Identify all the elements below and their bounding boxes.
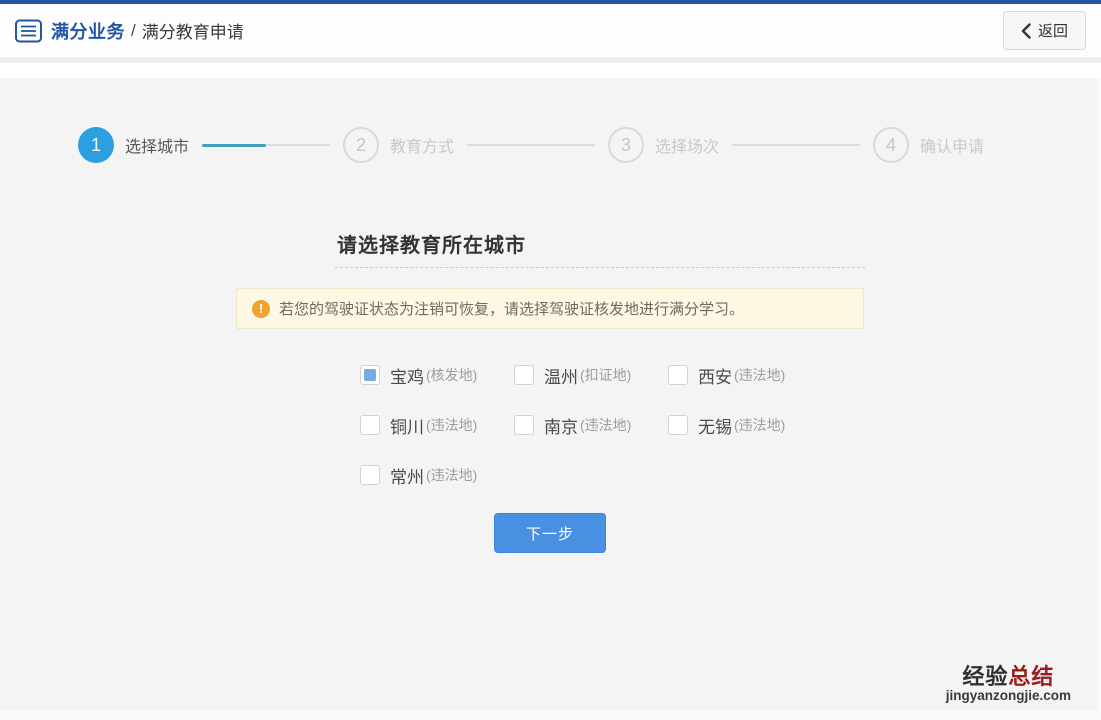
city-option-wuxi[interactable]: 无锡 (违法地) (668, 400, 822, 450)
city-option-nanjing[interactable]: 南京 (违法地) (514, 400, 668, 450)
connector-progress (202, 144, 266, 147)
city-tag: (违法地) (426, 465, 477, 485)
checkbox-xian[interactable] (668, 365, 688, 385)
city-option-list: 宝鸡 (核发地) 温州 (扣证地) 西安 (违法地) 铜川 (违法地) 南京 (… (360, 350, 840, 500)
city-tag: (违法地) (426, 415, 477, 435)
city-name: 无锡 (698, 413, 732, 438)
next-step-button[interactable]: 下一步 (494, 513, 606, 553)
step-3-circle: 3 (608, 127, 644, 163)
back-button[interactable]: 返回 (1003, 11, 1086, 50)
checkbox-wuxi[interactable] (668, 415, 688, 435)
checkbox-wenzhou[interactable] (514, 365, 534, 385)
step-1-label: 选择城市 (125, 133, 189, 157)
city-tag: (违法地) (734, 415, 785, 435)
city-option-xian[interactable]: 西安 (违法地) (668, 350, 822, 400)
checkbox-nanjing[interactable] (514, 415, 534, 435)
city-name: 西安 (698, 363, 732, 388)
step-2-circle: 2 (343, 127, 379, 163)
page-header: 满分业务 / 满分教育申请 返回 (0, 4, 1101, 57)
step-4-confirm: 4 确认申请 (873, 127, 984, 163)
module-title[interactable]: 满分业务 (51, 18, 125, 44)
checkbox-tongchuan[interactable] (360, 415, 380, 435)
notice-text: 若您的驾驶证状态为注销可恢复，请选择驾驶证核发地进行满分学习。 (279, 298, 744, 319)
city-tag: (违法地) (580, 415, 631, 435)
step-1-select-city: 1 选择城市 (78, 127, 189, 163)
back-button-label: 返回 (1038, 20, 1068, 41)
notice-banner: ! 若您的驾驶证状态为注销可恢复，请选择驾驶证核发地进行满分学习。 (236, 288, 864, 329)
checkbox-baoji[interactable] (360, 365, 380, 385)
step-4-circle: 4 (873, 127, 909, 163)
breadcrumb-separator: / (131, 21, 136, 41)
list-icon (15, 19, 42, 43)
city-option-baoji[interactable]: 宝鸡 (核发地) (360, 350, 514, 400)
site-watermark: 经验总结 jingyanzongjie.com (946, 665, 1071, 704)
step-3-select-session: 3 选择场次 (608, 127, 719, 163)
chevron-left-icon (1021, 23, 1031, 39)
warning-icon: ! (252, 300, 270, 318)
city-option-wenzhou[interactable]: 温州 (扣证地) (514, 350, 668, 400)
step-1-circle: 1 (78, 127, 114, 163)
city-name: 铜川 (390, 413, 424, 438)
breadcrumb: 满分业务 / 满分教育申请 (15, 18, 244, 44)
city-name: 常州 (390, 463, 424, 488)
city-name: 南京 (544, 413, 578, 438)
step-connector-3 (732, 144, 860, 146)
city-name: 温州 (544, 363, 578, 388)
step-indicator: 1 选择城市 2 教育方式 3 选择场次 4 确认申请 (78, 127, 984, 163)
city-tag: (违法地) (734, 365, 785, 385)
main-panel: 1 选择城市 2 教育方式 3 选择场次 4 确认申请 请选择教育所在城市 ! … (0, 78, 1097, 710)
dashed-divider (335, 267, 865, 268)
section-title: 请选择教育所在城市 (337, 229, 526, 258)
step-2-label: 教育方式 (390, 133, 454, 157)
step-connector-1 (202, 144, 330, 147)
spacer (0, 63, 1101, 78)
checkbox-changzhou[interactable] (360, 465, 380, 485)
watermark-title: 经验总结 (946, 665, 1071, 689)
step-connector-2 (467, 144, 595, 146)
city-option-tongchuan[interactable]: 铜川 (违法地) (360, 400, 514, 450)
step-3-label: 选择场次 (655, 133, 719, 157)
step-2-education-mode: 2 教育方式 (343, 127, 454, 163)
city-tag: (核发地) (426, 365, 477, 385)
page-title: 满分教育申请 (142, 18, 244, 43)
watermark-domain: jingyanzongjie.com (946, 689, 1071, 704)
city-tag: (扣证地) (580, 365, 631, 385)
connector-rest (266, 144, 330, 146)
city-name: 宝鸡 (390, 363, 424, 388)
city-option-changzhou[interactable]: 常州 (违法地) (360, 450, 514, 500)
step-4-label: 确认申请 (920, 133, 984, 157)
